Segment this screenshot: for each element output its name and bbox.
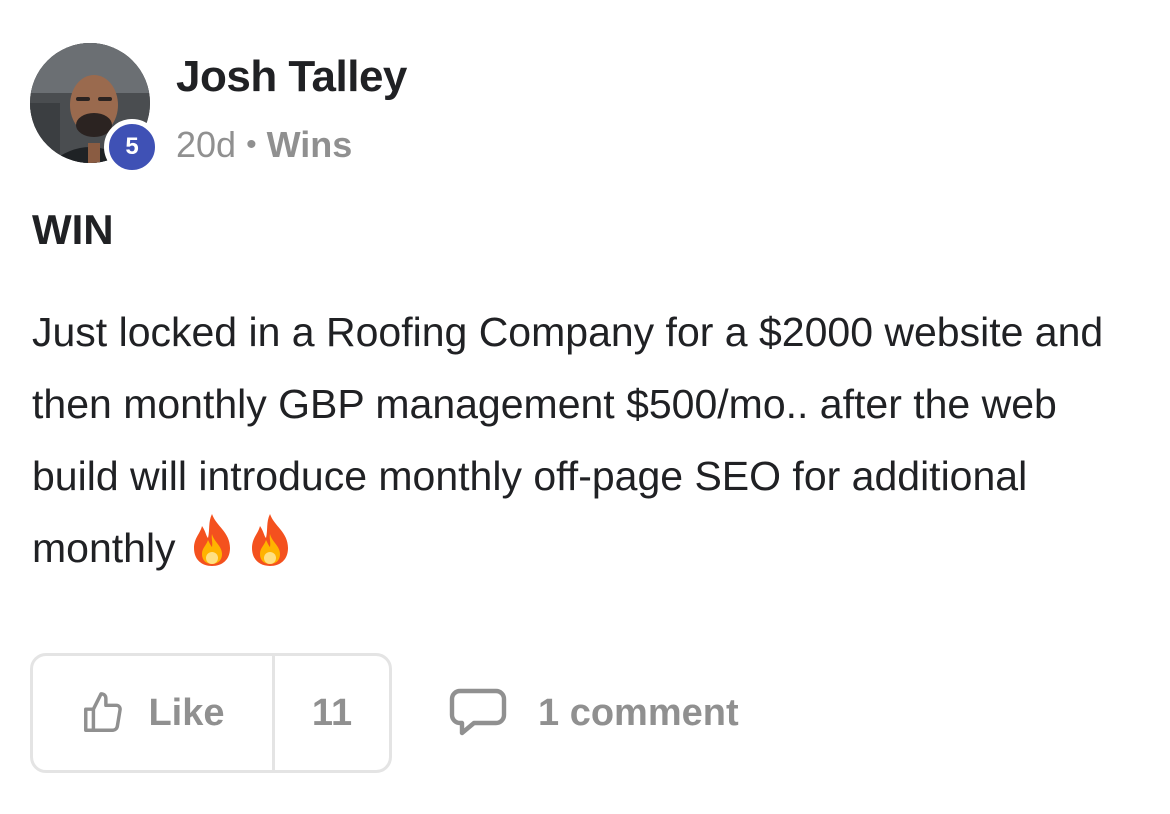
post-title: WIN xyxy=(32,206,114,253)
like-count[interactable]: 11 xyxy=(275,656,389,770)
comment-count-label: 1 comment xyxy=(538,691,739,734)
author-avatar-container[interactable]: 5 xyxy=(30,43,160,175)
meta-separator: • xyxy=(246,128,257,161)
like-label: Like xyxy=(148,691,225,734)
comment-button[interactable]: 1 comment xyxy=(448,683,739,743)
level-badge: 5 xyxy=(104,119,160,175)
post-meta: 20d • Wins xyxy=(176,124,352,166)
like-button[interactable]: Like xyxy=(33,656,275,770)
fire-icon xyxy=(251,514,288,566)
fire-icon xyxy=(193,514,230,566)
post-category-link[interactable]: Wins xyxy=(267,124,353,166)
like-control: Like 11 xyxy=(30,653,392,773)
comment-icon xyxy=(449,688,507,736)
post-body: Just locked in a Roofing Company for a $… xyxy=(32,296,1142,584)
author-name[interactable]: Josh Talley xyxy=(176,52,407,102)
post-time: 20d xyxy=(176,124,237,165)
thumbs-up-icon xyxy=(84,692,123,732)
post-card: 5 Josh Talley 20d • Wins WIN Just locked… xyxy=(0,0,1170,814)
